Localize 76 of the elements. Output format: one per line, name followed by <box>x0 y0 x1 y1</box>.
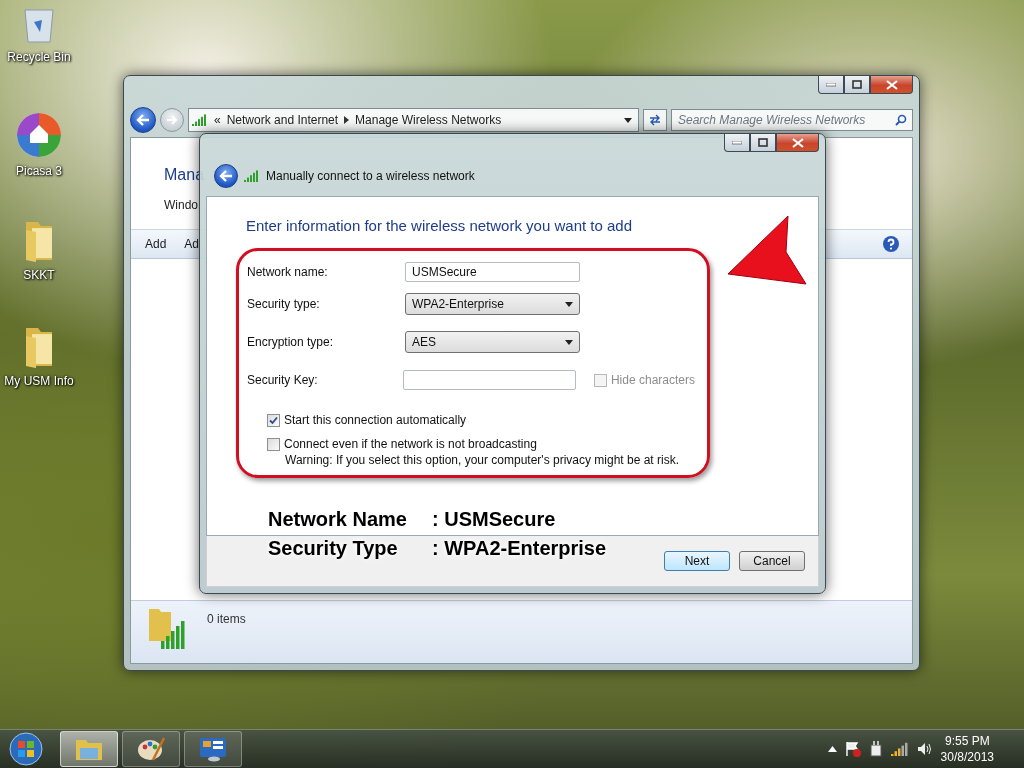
dialog-button[interactable]: Cancel <box>739 551 805 571</box>
maximize-icon <box>852 80 862 89</box>
checkbox[interactable] <box>267 413 280 427</box>
minimize-button[interactable] <box>724 134 750 152</box>
windows-orb-icon <box>9 732 43 766</box>
minimize-icon <box>732 140 742 145</box>
forward-arrow-icon <box>166 115 178 125</box>
show-hidden-icon[interactable] <box>827 746 837 752</box>
item-count: 0 items <box>207 612 246 626</box>
checkbox-label: Start this connection automatically <box>284 413 467 427</box>
toolbar-button[interactable]: Ad <box>182 235 202 253</box>
close-icon <box>791 137 804 148</box>
taskbar-app[interactable] <box>122 731 180 767</box>
start-button[interactable] <box>6 731 46 767</box>
dropdown[interactable]: WPA2-Enterprise <box>405 293 580 315</box>
field-label: Network name: <box>247 265 329 279</box>
power-plug-icon[interactable] <box>868 741 883 757</box>
signal-icon[interactable] <box>890 742 909 756</box>
text-field[interactable]: USMSecure <box>405 262 580 282</box>
address-bar[interactable]: « Network and Internet Manage Wireless Networks <box>188 108 639 132</box>
clock-time: 9:55 PM <box>944 733 990 749</box>
close-icon <box>885 79 898 90</box>
maximize-button[interactable] <box>750 134 776 152</box>
dialog-button[interactable]: Next <box>664 551 730 571</box>
toolbar-button[interactable]: Add <box>143 235 169 253</box>
annotation-value: : USMSecure <box>432 508 557 531</box>
signal-bars-icon <box>244 170 260 182</box>
refresh-arrows-icon <box>648 114 662 126</box>
close-button[interactable] <box>870 76 913 94</box>
search-field[interactable]: Search Manage Wireless Networks <box>671 109 913 131</box>
speaker-icon[interactable] <box>916 742 933 756</box>
signal-bars-icon <box>192 114 208 126</box>
breadcrumb-overflow[interactable]: « <box>214 113 221 127</box>
breadcrumb[interactable]: Manage Wireless Networks <box>355 113 502 127</box>
back-button[interactable] <box>130 107 156 133</box>
taskbar-app[interactable] <box>184 731 242 767</box>
refresh-button[interactable] <box>643 109 667 131</box>
dropdown[interactable]: AES <box>405 331 580 353</box>
checkbox-label: Hide characters <box>610 373 695 387</box>
dialog-heading: Enter information for the wireless network you want to add <box>246 217 634 234</box>
flag-icon[interactable] <box>844 741 861 757</box>
dialog-title: Manually connect to a wireless network <box>266 169 475 183</box>
breadcrumb[interactable]: Network and Internet <box>226 113 339 127</box>
desktop-icon-label[interactable]: My USM Info <box>4 374 74 389</box>
maximize-button[interactable] <box>844 76 870 94</box>
help-icon[interactable] <box>882 235 900 253</box>
annotation-label: Network Name <box>268 508 408 531</box>
key-field[interactable] <box>403 370 576 390</box>
annotation-label: Security Type <box>268 537 399 560</box>
pinwheel-icon <box>16 112 62 158</box>
search-icon <box>895 114 907 126</box>
checkbox[interactable] <box>267 437 280 451</box>
caret-icon <box>624 117 632 123</box>
palette-icon <box>137 736 165 762</box>
back-arrow-icon <box>219 170 233 182</box>
chevron-icon <box>344 116 350 124</box>
control-panel-icon <box>198 736 228 762</box>
minimize-button[interactable] <box>818 76 844 94</box>
caret-icon <box>565 301 573 307</box>
caret-icon <box>565 339 573 345</box>
minimize-icon <box>826 82 836 87</box>
back-button[interactable] <box>214 164 238 188</box>
maximize-icon <box>758 138 768 147</box>
clock[interactable]: 9:55 PM 30/8/2013 <box>940 733 994 765</box>
page-description: Windo <box>164 198 198 212</box>
desktop-icon-label[interactable]: SKKT <box>23 268 55 283</box>
field-label: Encryption type: <box>247 335 335 349</box>
field-label: Security type: <box>247 297 321 311</box>
warning-text: Warning: If you select this option, your computer's privacy might be at risk. <box>285 453 680 467</box>
checkbox-label: Connect even if the network is not broadcasting <box>284 437 537 451</box>
back-arrow-icon <box>136 114 150 126</box>
annotation-value: : WPA2-Enterprise <box>432 537 607 560</box>
field-label: Security Key: <box>247 373 319 387</box>
clock-date: 30/8/2013 <box>940 749 994 765</box>
recycle-bin-icon <box>22 6 56 44</box>
close-button[interactable] <box>776 134 819 152</box>
